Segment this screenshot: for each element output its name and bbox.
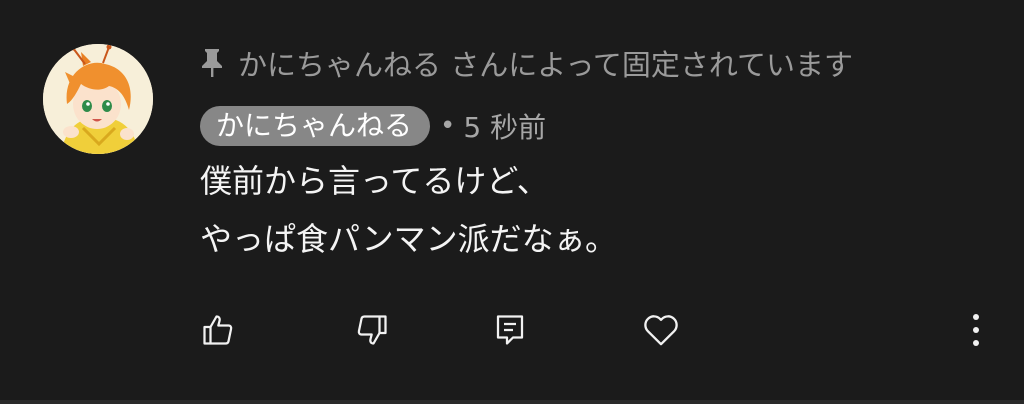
pinned-comment: かにちゃんねる さんによって固定されています かにちゃんねる • 5 秒前 僕前…: [0, 0, 1024, 404]
comment-line: やっぱ食パンマン派だなぁ。: [200, 220, 617, 258]
pin-icon: [200, 47, 224, 79]
dislike-button[interactable]: [348, 306, 396, 354]
divider: [0, 400, 1024, 404]
thumbs-down-icon: [354, 312, 390, 348]
pinned-text: かにちゃんねる さんによって固定されています: [238, 48, 854, 82]
comment-body: 僕前から言ってるけど、 やっぱ食パンマン派だなぁ。: [200, 152, 617, 268]
heart-button[interactable]: [637, 306, 685, 354]
pinned-indicator: かにちゃんねる さんによって固定されています: [200, 40, 853, 86]
avatar-illustration: [43, 44, 153, 154]
author-name-badge[interactable]: かにちゃんねる: [200, 106, 431, 146]
comment-line: 僕前から言ってるけど、: [200, 162, 549, 200]
more-vertical-icon: [971, 312, 981, 348]
heart-icon: [641, 310, 681, 350]
reply-button[interactable]: [486, 306, 534, 354]
comment-timestamp[interactable]: 5 秒前: [463, 106, 546, 146]
meta-separator: •: [440, 111, 456, 141]
like-button[interactable]: [194, 306, 242, 354]
author-avatar[interactable]: [43, 44, 153, 154]
comment-icon: [492, 312, 528, 348]
comment-meta: かにちゃんねる • 5 秒前: [200, 104, 546, 148]
thumbs-up-icon: [200, 312, 236, 348]
more-options-button[interactable]: [952, 306, 1000, 354]
